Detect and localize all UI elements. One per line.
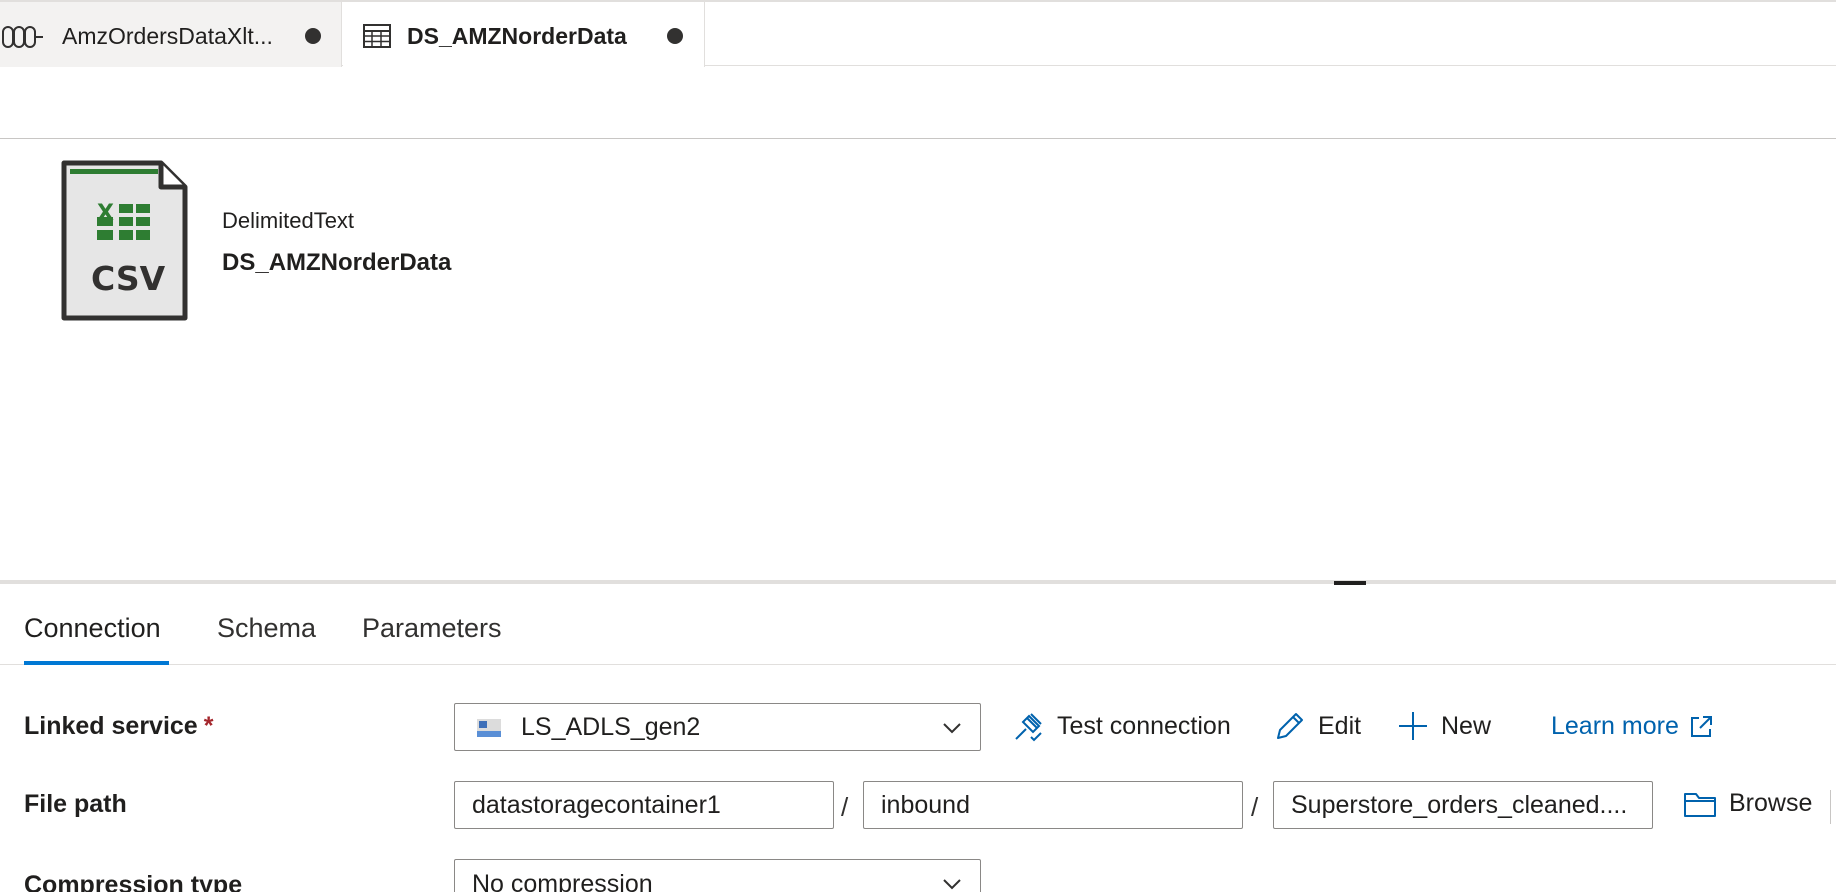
- plug-check-icon: [1015, 713, 1042, 742]
- chevron-down-icon: [943, 879, 961, 890]
- active-tab-indicator: [24, 661, 169, 665]
- pane-splitter[interactable]: [0, 580, 1836, 584]
- path-separator: /: [841, 792, 849, 822]
- learn-more-link[interactable]: Learn more: [1551, 712, 1725, 741]
- linked-service-value: LS_ADLS_gen2: [521, 713, 701, 741]
- tab-parameters[interactable]: Parameters: [362, 613, 502, 644]
- test-connection-button[interactable]: Test connection: [1013, 710, 1231, 742]
- linked-service-label: Linked service *: [24, 712, 214, 740]
- file-path-file-input[interactable]: Superstore_orders_cleaned....: [1273, 781, 1653, 829]
- csv-icon-text: CSV: [91, 259, 166, 298]
- editor-toolbar: [0, 67, 1836, 139]
- folder-icon: [1684, 792, 1716, 817]
- plus-icon: [1399, 712, 1427, 740]
- unsaved-dot-icon[interactable]: [667, 28, 683, 44]
- file-path-label: File path: [24, 790, 127, 818]
- csv-file-icon: X CSV: [61, 160, 188, 321]
- compression-type-dropdown[interactable]: No compression: [454, 859, 981, 892]
- dataset-type: DelimitedText: [222, 208, 355, 233]
- compression-type-label: Compression type: [24, 871, 243, 892]
- chevron-down-icon: [943, 723, 961, 734]
- path-separator: /: [1251, 792, 1259, 822]
- storage-account-icon: [477, 719, 501, 737]
- file-path-directory-input[interactable]: inbound: [863, 781, 1243, 829]
- toolbar-divider: [1830, 790, 1831, 824]
- linked-service-dropdown[interactable]: LS_ADLS_gen2: [454, 703, 981, 751]
- pipeline-icon: [2, 26, 43, 48]
- unsaved-dot-icon[interactable]: [305, 28, 321, 44]
- pencil-icon: [1277, 713, 1303, 739]
- tab-connection[interactable]: Connection: [24, 613, 161, 644]
- compression-type-value: No compression: [472, 869, 653, 892]
- browse-button[interactable]: Browse: [1683, 789, 1812, 818]
- tab-label: DS_AMZNorderData: [407, 23, 627, 49]
- table-icon: [363, 24, 391, 48]
- edit-button[interactable]: Edit: [1274, 710, 1361, 742]
- tab-schema[interactable]: Schema: [217, 613, 316, 644]
- editor-tab-strip: AmzOrdersDataXlt... DS_AMZNorderData: [0, 0, 1836, 67]
- new-button[interactable]: New: [1397, 710, 1491, 742]
- tab-amz-orders-pipeline[interactable]: AmzOrdersDataXlt...: [0, 2, 342, 67]
- dataset-name: DS_AMZNorderData: [222, 249, 452, 276]
- required-mark: *: [203, 712, 214, 740]
- external-link-icon: [1690, 715, 1712, 737]
- file-path-container-input[interactable]: datastoragecontainer1: [454, 781, 834, 829]
- property-tabs: Connection Schema Parameters: [0, 585, 1836, 665]
- tab-ds-amzn-order-data[interactable]: DS_AMZNorderData: [343, 2, 705, 67]
- tab-label: AmzOrdersDataXlt...: [62, 23, 273, 49]
